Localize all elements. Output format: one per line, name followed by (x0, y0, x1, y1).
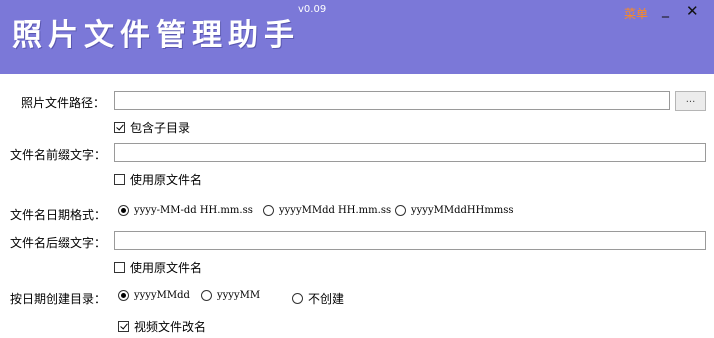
date-dir-label: 按日期创建目录： (10, 292, 107, 306)
checkbox-box[interactable] (114, 122, 125, 133)
date-format-option-3-label: yyyyMMddHHmmss (411, 205, 514, 216)
suffix-use-original-checkbox[interactable]: 使用原文件名 (114, 259, 202, 276)
date-format-option-3[interactable]: yyyyMMddHHmmss (395, 205, 514, 216)
photo-path-input[interactable] (114, 91, 670, 110)
checkbox-box[interactable] (118, 321, 129, 332)
suffix-input[interactable] (114, 231, 706, 250)
date-format-label: 文件名日期格式： (10, 208, 107, 222)
checkbox-box[interactable] (114, 174, 125, 185)
rename-video-label: 视频文件改名 (134, 320, 207, 334)
date-dir-option-1-label: yyyyMMdd (134, 290, 190, 301)
include-subdirs-label: 包含子目录 (130, 121, 191, 135)
prefix-input[interactable] (114, 143, 706, 162)
include-subdirs-checkbox[interactable]: 包含子目录 (114, 119, 190, 136)
app-title: 照片文件管理助手 (12, 18, 300, 53)
version-label: v0.09 (298, 4, 327, 15)
menu-button[interactable]: 菜单 (624, 5, 648, 22)
date-format-option-1[interactable]: yyyy-MM-dd HH.mm.ss (118, 205, 253, 216)
radio-dot[interactable] (395, 205, 406, 216)
title-bar: 照片文件管理助手 v0.09 菜单 _ ✕ (0, 0, 714, 74)
minimize-button[interactable]: _ (662, 2, 669, 18)
prefix-use-original-checkbox[interactable]: 使用原文件名 (114, 171, 202, 188)
radio-dot[interactable] (263, 205, 274, 216)
radio-dot[interactable] (118, 205, 129, 216)
date-dir-option-2-label: yyyyMM (217, 290, 261, 301)
date-format-option-1-label: yyyy-MM-dd HH.mm.ss (134, 205, 253, 216)
browse-button[interactable]: ... (675, 91, 706, 111)
date-format-option-2[interactable]: yyyyMMdd HH.mm.ss (263, 205, 391, 216)
date-dir-option-3-label: 不创建 (308, 292, 345, 306)
photo-path-label: 照片文件路径： (20, 96, 105, 110)
suffix-label: 文件名后缀文字： (10, 236, 107, 250)
date-dir-option-3[interactable]: 不创建 (292, 290, 344, 307)
date-format-option-2-label: yyyyMMdd HH.mm.ss (279, 205, 392, 216)
date-dir-option-2[interactable]: yyyyMM (201, 290, 260, 301)
suffix-use-original-label: 使用原文件名 (130, 261, 203, 275)
date-dir-option-1[interactable]: yyyyMMdd (118, 290, 190, 301)
radio-dot[interactable] (118, 290, 129, 301)
radio-dot[interactable] (292, 293, 303, 304)
prefix-label: 文件名前缀文字： (10, 148, 107, 162)
prefix-use-original-label: 使用原文件名 (130, 173, 203, 187)
close-button[interactable]: ✕ (686, 2, 699, 20)
radio-dot[interactable] (201, 290, 212, 301)
rename-video-checkbox[interactable]: 视频文件改名 (118, 318, 206, 335)
checkbox-box[interactable] (114, 262, 125, 273)
